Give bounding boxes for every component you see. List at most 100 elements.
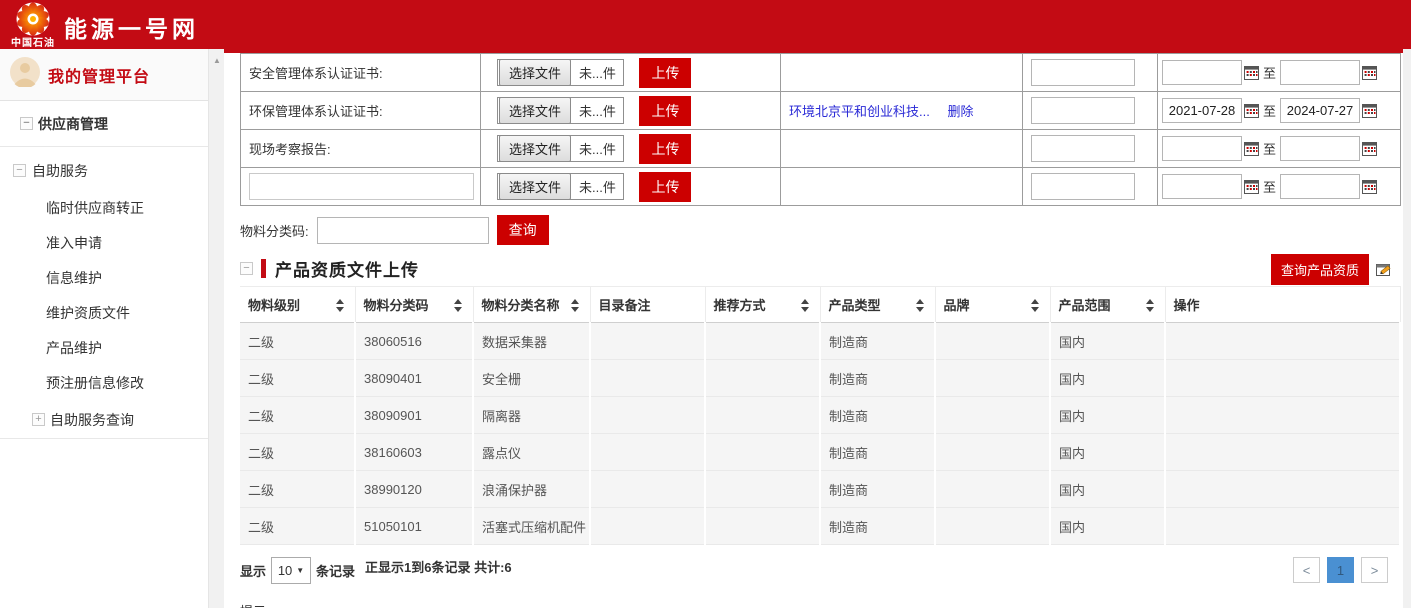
column-header-recommend-method[interactable]: 推荐方式 xyxy=(705,287,820,323)
sidebar-item-info-maintenance[interactable]: 信息维护 xyxy=(0,261,208,296)
sidebar: 我的管理平台 − 供应商管理 − 自助服务 临时供应商转正 准入申请 信息维护 … xyxy=(0,49,208,608)
valid-to-input[interactable] xyxy=(1280,98,1360,123)
valid-from-input[interactable] xyxy=(1162,174,1242,199)
date-to-label: 至 xyxy=(1263,101,1276,120)
file-status-text: 未...件 xyxy=(572,63,623,82)
uploaded-file-link[interactable]: 环境北京平和创业科技... xyxy=(789,104,930,119)
table-cell xyxy=(935,323,1050,360)
table-cell xyxy=(590,434,705,471)
calendar-icon[interactable] xyxy=(1244,66,1259,80)
collapse-icon[interactable]: − xyxy=(240,262,253,275)
table-header-row: 物料级别 物料分类码 物料分类名称 目录备注 推荐方式 产品类型 品牌 产品范围… xyxy=(240,287,1400,323)
product-section-header: − 产品资质文件上传 查询产品资质 xyxy=(240,254,1403,282)
column-header-actions: 操作 xyxy=(1165,287,1400,323)
table-cell xyxy=(935,360,1050,397)
calendar-icon[interactable] xyxy=(1244,142,1259,156)
choose-file-button[interactable]: 选择文件 xyxy=(499,173,571,200)
avatar xyxy=(10,57,40,92)
sidebar-item-supplier-management[interactable]: − 供应商管理 xyxy=(0,101,208,147)
table-cell xyxy=(1165,323,1400,360)
valid-from-input[interactable] xyxy=(1162,60,1242,85)
sidebar-item-access-application[interactable]: 准入申请 xyxy=(0,226,208,261)
delete-file-link[interactable]: 删除 xyxy=(947,104,973,119)
sidebar-item-qualification-files[interactable]: 维护资质文件 xyxy=(0,296,208,331)
column-header-brand[interactable]: 品牌 xyxy=(935,287,1050,323)
remark-input[interactable] xyxy=(1031,135,1135,162)
next-page-button[interactable]: > xyxy=(1361,557,1388,583)
calendar-icon[interactable] xyxy=(1244,104,1259,118)
upload-button[interactable]: 上传 xyxy=(639,134,691,164)
upload-row-site-inspection: 现场考察报告: 选择文件未...件 上传 至 xyxy=(241,130,1401,168)
file-input[interactable]: 选择文件未...件 xyxy=(497,135,624,162)
calendar-icon[interactable] xyxy=(1362,180,1377,194)
column-header-catalog-remark: 目录备注 xyxy=(590,287,705,323)
remark-input[interactable] xyxy=(1031,59,1135,86)
column-header-material-name[interactable]: 物料分类名称 xyxy=(473,287,590,323)
file-input[interactable]: 选择文件未...件 xyxy=(497,59,624,86)
table-cell: 二级 xyxy=(240,471,355,508)
table-cell xyxy=(590,508,705,545)
scroll-up-icon[interactable]: ▲ xyxy=(209,53,225,69)
date-to-label: 至 xyxy=(1263,139,1276,158)
valid-from-input[interactable] xyxy=(1162,98,1242,123)
choose-file-button[interactable]: 选择文件 xyxy=(499,59,571,86)
table-row: 二级38990120浪涌保护器制造商国内 xyxy=(240,471,1400,508)
table-cell: 隔离器 xyxy=(473,397,590,434)
upload-button[interactable]: 上传 xyxy=(639,96,691,126)
sidebar-item-preregistration-modify[interactable]: 预注册信息修改 xyxy=(0,366,208,401)
calendar-icon[interactable] xyxy=(1362,104,1377,118)
table-cell xyxy=(705,434,820,471)
upload-row-safety: 安全管理体系认证证书: 选择文件未...件 上传 至 xyxy=(241,54,1401,92)
file-input[interactable]: 选择文件未...件 xyxy=(497,173,624,200)
prev-page-button[interactable]: < xyxy=(1293,557,1320,583)
material-code-input[interactable] xyxy=(317,217,489,244)
query-button[interactable]: 查询 xyxy=(497,215,549,245)
page-1-button[interactable]: 1 xyxy=(1327,557,1354,583)
date-to-label: 至 xyxy=(1263,63,1276,82)
sidebar-item-self-service[interactable]: − 自助服务 xyxy=(0,151,208,191)
collapse-icon[interactable]: − xyxy=(13,164,26,177)
file-status-text: 未...件 xyxy=(572,101,623,120)
collapse-icon[interactable]: − xyxy=(20,117,33,130)
remark-input[interactable] xyxy=(1031,97,1135,124)
custom-certificate-name-input[interactable] xyxy=(249,173,474,200)
page-scrollbar[interactable] xyxy=(1403,49,1411,608)
file-input[interactable]: 选择文件未...件 xyxy=(497,97,624,124)
edit-note-icon[interactable] xyxy=(1375,261,1393,279)
column-header-material-level[interactable]: 物料级别 xyxy=(240,287,355,323)
product-qualification-table: 物料级别 物料分类码 物料分类名称 目录备注 推荐方式 产品类型 品牌 产品范围… xyxy=(240,286,1401,545)
file-status-text: 未...件 xyxy=(572,177,623,196)
app-title: 能源一号网 xyxy=(64,10,199,44)
page-size-select[interactable]: 10 ▼ xyxy=(271,557,311,584)
remark-input[interactable] xyxy=(1031,173,1135,200)
platform-title: 我的管理平台 xyxy=(48,63,150,87)
table-cell: 制造商 xyxy=(820,471,935,508)
sidebar-item-temp-supplier-conversion[interactable]: 临时供应商转正 xyxy=(0,191,208,226)
valid-to-input[interactable] xyxy=(1280,174,1360,199)
column-header-product-scope[interactable]: 产品范围 xyxy=(1050,287,1165,323)
table-cell xyxy=(935,397,1050,434)
column-header-material-code[interactable]: 物料分类码 xyxy=(355,287,473,323)
sidebar-item-self-service-query[interactable]: + 自助服务查询 xyxy=(0,401,208,439)
sidebar-scrollbar[interactable]: ▲ xyxy=(208,49,224,608)
calendar-icon[interactable] xyxy=(1362,142,1377,156)
sidebar-item-product-maintenance[interactable]: 产品维护 xyxy=(0,331,208,366)
section-title: 产品资质文件上传 xyxy=(275,256,419,281)
calendar-icon[interactable] xyxy=(1362,66,1377,80)
table-cell xyxy=(1165,508,1400,545)
valid-from-input[interactable] xyxy=(1162,136,1242,161)
valid-to-input[interactable] xyxy=(1280,136,1360,161)
expand-icon[interactable]: + xyxy=(32,413,45,426)
main-content: 安全管理体系认证证书: 选择文件未...件 上传 至 环保管理体系认证证书: xyxy=(224,49,1403,608)
table-row: 二级38090901隔离器制造商国内 xyxy=(240,397,1400,434)
upload-button[interactable]: 上传 xyxy=(639,172,691,202)
calendar-icon[interactable] xyxy=(1244,180,1259,194)
table-cell: 国内 xyxy=(1050,508,1165,545)
column-header-product-type[interactable]: 产品类型 xyxy=(820,287,935,323)
table-cell xyxy=(935,434,1050,471)
valid-to-input[interactable] xyxy=(1280,60,1360,85)
query-product-qualification-button[interactable]: 查询产品资质 xyxy=(1271,254,1369,285)
choose-file-button[interactable]: 选择文件 xyxy=(499,135,571,162)
choose-file-button[interactable]: 选择文件 xyxy=(499,97,571,124)
upload-button[interactable]: 上传 xyxy=(639,58,691,88)
